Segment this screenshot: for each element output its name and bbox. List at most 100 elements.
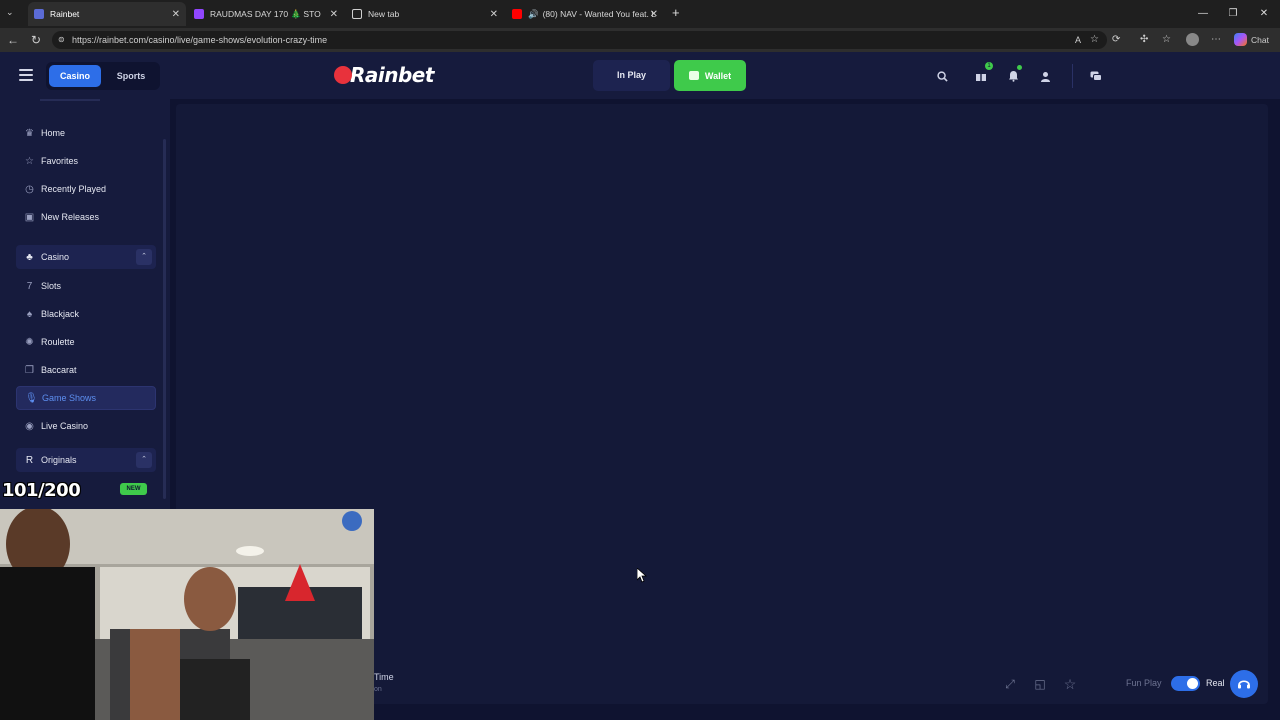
sidebar-section-label: Casino (41, 252, 70, 262)
puzzle-icon[interactable]: ✣ (1140, 33, 1148, 47)
tab-label: New tab (368, 9, 400, 19)
new-tab-plus-icon[interactable]: + (672, 5, 680, 20)
roulette-icon: ✺ (25, 336, 34, 348)
site-info-icon[interactable]: ⊜ (58, 31, 65, 49)
browser-tab-bar: ⌄ Rainbet ✕ RAUDMAS DAY 170 🎄 STO ✕ New … (0, 0, 1280, 28)
sidebar-top-edge (40, 99, 100, 101)
chat-icon[interactable] (1086, 66, 1106, 86)
sidebar-item-label: Baccarat (41, 365, 77, 375)
new-tab-favicon-icon (352, 9, 362, 19)
mouse-cursor-icon (636, 567, 648, 588)
copilot-icon[interactable] (1234, 33, 1247, 46)
tab-label: Rainbet (50, 9, 80, 19)
webcam-scene (0, 509, 374, 720)
tab-label: (80) NAV - Wanted You feat. L (542, 9, 656, 19)
back-arrow-icon[interactable]: ← (7, 32, 19, 48)
close-icon[interactable]: ✕ (650, 9, 658, 20)
twitch-favicon-icon (194, 9, 204, 19)
rainbet-logo[interactable]: Rainbet (334, 60, 434, 90)
theater-mode-icon[interactable]: ◱ (1032, 676, 1048, 692)
chat-label[interactable]: Chat (1251, 33, 1269, 47)
real-play-label[interactable]: Real (1206, 678, 1225, 688)
chevron-up-icon[interactable]: ⌃ (136, 249, 152, 265)
spade-icon: ♠ (26, 308, 33, 320)
santa-hat-icon (334, 66, 352, 84)
wallet-label: Wallet (704, 70, 732, 81)
sidebar-item-slots[interactable]: 7 Slots (16, 274, 156, 298)
tab-youtube[interactable]: 🔊 (80) NAV - Wanted You feat. L ✕ (506, 2, 664, 26)
wallet-icon (688, 71, 699, 80)
sidebar-scrollbar[interactable] (163, 139, 166, 499)
rainbet-favicon-icon (34, 9, 44, 19)
webcam-overlay (0, 509, 374, 720)
game-provider-fragment: on (374, 686, 382, 693)
site-header: Casino Sports Rainbet In Play Wallet 1 (0, 52, 1280, 99)
close-icon[interactable]: ✕ (490, 9, 498, 20)
casino-button[interactable]: Casino (49, 65, 101, 87)
menu-icon[interactable] (19, 69, 33, 81)
sports-button[interactable]: Sports (106, 65, 156, 87)
browser-toolbar: ← ↻ ⊜ https://rainbet.com/casino/live/ga… (0, 28, 1280, 52)
sidebar-item-favorites[interactable]: ☆ Favorites (16, 149, 156, 173)
expand-icon[interactable]: ⤢ (1002, 676, 1018, 692)
live-broadcast-icon: ◉ (25, 420, 34, 432)
speaker-icon: 🔊 (528, 8, 539, 19)
extensions-icon[interactable]: ⟳ (1112, 33, 1120, 47)
tab-list-chevron-icon[interactable]: ⌄ (6, 7, 14, 18)
bell-icon[interactable] (1003, 65, 1023, 86)
star-icon: ☆ (25, 155, 34, 167)
sidebar-item-recently-played[interactable]: ◷ Recently Played (16, 177, 156, 201)
sidebar-item-baccarat[interactable]: ❐ Baccarat (16, 358, 156, 382)
stream-counter: 101/200 (2, 480, 81, 501)
in-play-button[interactable]: In Play (593, 60, 670, 91)
sidebar-section-casino[interactable]: ♣ Casino ⌃ (16, 245, 156, 269)
close-icon[interactable]: ✕ (330, 9, 338, 20)
sidebar-item-game-shows[interactable]: 🎙 Game Shows (16, 386, 156, 410)
tab-rainbet[interactable]: Rainbet ✕ (28, 2, 186, 26)
sidebar-item-live-casino[interactable]: ◉ Live Casino (16, 414, 156, 438)
search-icon[interactable] (932, 66, 952, 86)
wallet-button[interactable]: Wallet (674, 60, 746, 91)
read-aloud-icon[interactable]: A (1075, 31, 1081, 49)
originals-r-icon: R (25, 454, 34, 466)
favorite-star-icon[interactable]: ☆ (1090, 31, 1099, 49)
sidebar-item-label: Favorites (41, 156, 79, 166)
sidebar-item-roulette[interactable]: ✺ Roulette (16, 330, 156, 354)
tab-new-tab[interactable]: New tab ✕ (346, 2, 504, 26)
casino-sports-switch: Casino Sports (46, 62, 160, 90)
minimize-icon[interactable]: — (1188, 4, 1218, 24)
profile-avatar-icon[interactable] (1186, 33, 1199, 46)
new-icon: ▣ (24, 211, 35, 223)
support-headset-icon[interactable] (1230, 670, 1258, 698)
history-icon: ◷ (25, 183, 34, 195)
sidebar-item-label: New Releases (41, 212, 100, 222)
restore-icon[interactable]: ❐ (1218, 4, 1248, 24)
chevron-up-icon[interactable]: ⌃ (136, 452, 152, 468)
sidebar-item-new-releases[interactable]: ▣ New Releases (16, 205, 156, 229)
cherries-icon: ♣ (26, 251, 33, 263)
play-mode-toggle[interactable] (1171, 676, 1200, 691)
sidebar-item-blackjack[interactable]: ♠ Blackjack (16, 302, 156, 326)
fun-play-label[interactable]: Fun Play (1126, 678, 1162, 688)
reload-icon[interactable]: ↻ (31, 32, 41, 48)
tab-twitch[interactable]: RAUDMAS DAY 170 🎄 STO ✕ (188, 2, 344, 26)
sidebar-section-label: Originals (41, 455, 77, 465)
game-title-fragment: Time (374, 672, 394, 682)
address-bar[interactable]: ⊜ https://rainbet.com/casino/live/game-s… (52, 31, 1107, 49)
sidebar-item-home[interactable]: ♛ Home (16, 121, 156, 145)
gift-icon[interactable]: 1 (971, 62, 993, 86)
sidebar-item-label: Roulette (41, 337, 75, 347)
logo-text: Rainbet (350, 63, 434, 87)
crown-icon: ♛ (25, 127, 34, 139)
favorite-star-icon[interactable]: ☆ (1062, 676, 1078, 692)
more-menu-icon[interactable]: ⋯ (1211, 33, 1221, 47)
new-badge: NEW (120, 483, 147, 495)
slot-machine-icon: 7 (26, 280, 33, 292)
favorites-icon[interactable]: ☆ (1162, 33, 1171, 47)
user-icon[interactable] (1035, 66, 1055, 86)
sidebar-item-label: Recently Played (41, 184, 107, 194)
sidebar-section-originals[interactable]: R Originals ⌃ (16, 448, 156, 472)
close-icon[interactable]: ✕ (172, 9, 180, 20)
notification-dot (1017, 65, 1022, 70)
window-close-icon[interactable]: ✕ (1249, 4, 1279, 24)
